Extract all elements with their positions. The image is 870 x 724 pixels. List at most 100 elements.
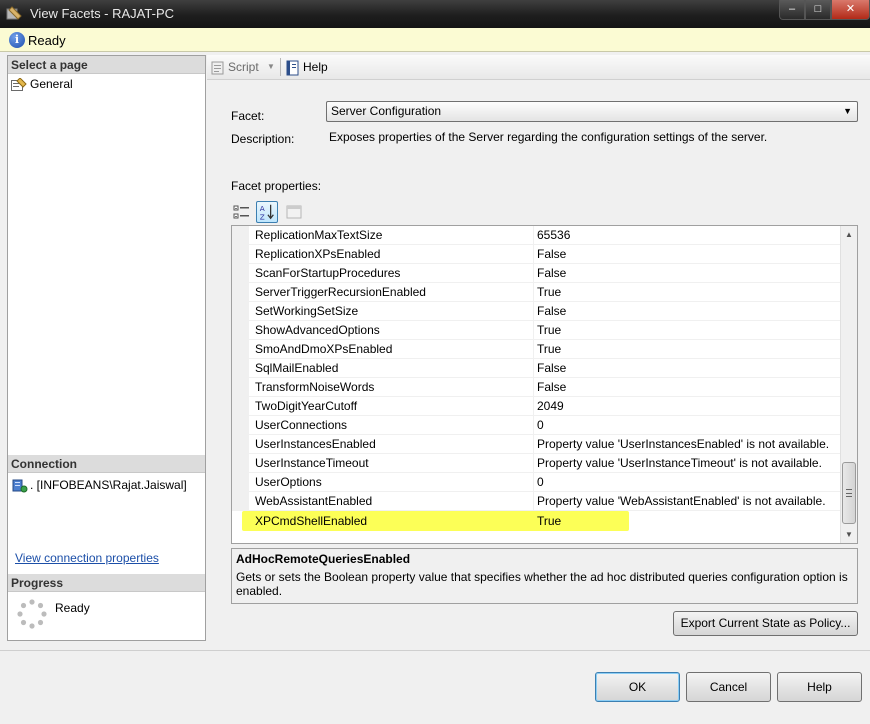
column-divider [533,226,534,245]
alphabetical-sort-icon[interactable]: A Z [256,201,278,223]
property-row[interactable]: SmoAndDmoXPsEnabled True [232,340,841,359]
property-name: UserInstancesEnabled [255,437,376,451]
column-divider [533,473,534,492]
property-row[interactable]: UserInstanceTimeout Property value 'UserI… [232,454,841,473]
column-divider [533,283,534,302]
property-name: WebAssistantEnabled [255,494,373,508]
property-value[interactable]: True [537,285,561,299]
window-title: View Facets - RAJAT-PC [30,6,174,21]
property-row[interactable]: UserConnections 0 [232,416,841,435]
row-gutter [232,397,249,416]
property-name: SetWorkingSetSize [255,304,359,318]
property-row[interactable]: SqlMailEnabled False [232,359,841,378]
property-value[interactable]: False [537,380,566,394]
row-gutter [232,245,249,264]
app-icon [6,6,22,20]
help-toolbar-button[interactable]: Help [285,59,328,76]
status-strip: i Ready [0,28,870,52]
row-gutter [232,302,249,321]
scroll-thumb[interactable] [842,462,856,524]
property-pages-icon[interactable] [283,201,305,223]
property-name: SqlMailEnabled [255,361,339,375]
script-icon [211,61,224,75]
row-gutter [232,416,249,435]
facet-selected-value: Server Configuration [331,104,442,118]
row-gutter [232,378,249,397]
property-value[interactable]: False [537,266,566,280]
property-name: TransformNoiseWords [255,380,375,394]
property-value[interactable]: 0 [537,418,544,432]
property-value[interactable]: False [537,247,566,261]
property-description-panel: AdHocRemoteQueriesEnabled Gets or sets t… [231,548,858,604]
property-name: ServerTriggerRecursionEnabled [255,285,426,299]
close-button[interactable]: ✕ [831,0,870,20]
column-divider [533,397,534,416]
column-divider [533,245,534,264]
left-pane: Select a page General Connection . [INFO… [7,55,206,641]
column-divider [533,454,534,473]
property-name: UserConnections [255,418,348,432]
property-row[interactable]: UserOptions 0 [232,473,841,492]
facet-dropdown[interactable]: Server Configuration ▼ [326,101,858,122]
view-connection-properties-link[interactable]: View connection properties [15,551,159,565]
script-dropdown-arrow[interactable]: ▼ [267,59,275,75]
property-row-xpcmdshellenabled[interactable]: XPCmdShellEnabled True [232,511,841,531]
property-row[interactable]: ScanForStartupProcedures False [232,264,841,283]
property-value[interactable]: True [537,514,561,528]
minimize-button[interactable]: – [779,0,805,20]
help-label: Help [303,60,328,74]
column-divider [533,435,534,454]
facet-label: Facet: [231,109,265,123]
property-value[interactable]: 65536 [537,228,570,242]
property-row[interactable]: ReplicationMaxTextSize 65536 [232,226,841,245]
help-button[interactable]: Help [777,672,862,702]
property-name: XPCmdShellEnabled [255,514,368,528]
property-value[interactable]: Property value 'UserInstancesEnabled' is… [537,437,829,451]
property-description-text: Gets or sets the Boolean property value … [236,570,848,598]
property-name: TwoDigitYearCutoff [255,399,358,413]
property-row[interactable]: SetWorkingSetSize False [232,302,841,321]
property-row[interactable]: WebAssistantEnabled Property value 'WebAs… [232,492,841,511]
property-value[interactable]: True [537,342,561,356]
property-value[interactable]: True [537,323,561,337]
connection-header: Connection [8,455,205,473]
property-row[interactable]: ShowAdvancedOptions True [232,321,841,340]
categorized-view-icon[interactable] [231,201,253,223]
property-description-title: AdHocRemoteQueriesEnabled [236,552,411,566]
property-value[interactable]: Property value 'WebAssistantEnabled' is … [537,494,826,508]
row-gutter [232,492,249,511]
scroll-down-arrow[interactable]: ▼ [841,526,857,543]
property-row[interactable]: TransformNoiseWords False [232,378,841,397]
scroll-up-arrow[interactable]: ▲ [841,226,857,243]
property-row[interactable]: ServerTriggerRecursionEnabled True [232,283,841,302]
chevron-down-icon: ▼ [843,106,852,116]
property-value[interactable]: 2049 [537,399,564,413]
property-rows: ReplicationMaxTextSize 65536 ReplicationXP… [232,226,841,511]
maximize-button[interactable]: □ [805,0,831,20]
script-button[interactable]: Script [210,59,259,75]
property-row[interactable]: TwoDigitYearCutoff 2049 [232,397,841,416]
property-row[interactable]: ReplicationXPsEnabled False [232,245,841,264]
page-item-label: General [30,77,73,91]
page-item-general[interactable]: General [11,76,73,92]
ok-button[interactable]: OK [595,672,680,702]
property-grid-scrollbar[interactable]: ▲ ▼ [840,226,857,543]
property-name: UserOptions [255,475,322,489]
row-gutter [232,283,249,302]
toolbar: Script ▼ Help [207,55,870,80]
property-row[interactable]: UserInstancesEnabled Property value 'User… [232,435,841,454]
cancel-button[interactable]: Cancel [686,672,771,702]
property-name: ReplicationMaxTextSize [255,228,383,242]
property-name: ReplicationXPsEnabled [255,247,381,261]
svg-text:Z: Z [260,212,265,221]
property-value[interactable]: False [537,304,566,318]
export-policy-button[interactable]: Export Current State as Policy... [673,611,858,636]
connection-label: . [INFOBEANS\Rajat.Jaiswal] [30,478,187,492]
property-grid: ReplicationMaxTextSize 65536 ReplicationXP… [231,225,858,544]
property-value[interactable]: Property value 'UserInstanceTimeout' is … [537,456,822,470]
general-page-icon [11,77,27,91]
column-divider [533,340,534,359]
property-value[interactable]: 0 [537,475,544,489]
property-value[interactable]: False [537,361,566,375]
info-icon: i [9,32,25,48]
